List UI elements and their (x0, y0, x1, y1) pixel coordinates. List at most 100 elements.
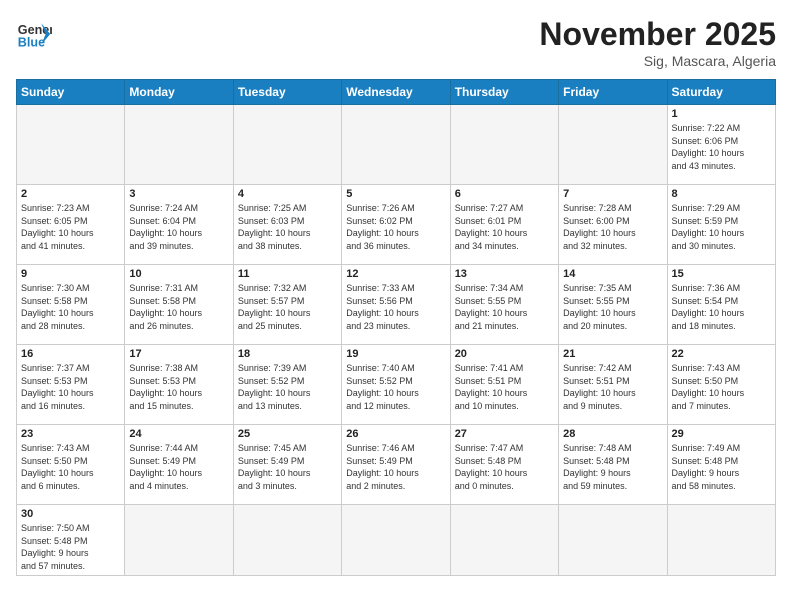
day-info: Sunrise: 7:29 AM Sunset: 5:59 PM Dayligh… (672, 202, 771, 252)
calendar-cell: 3 Sunrise: 7:24 AM Sunset: 6:04 PM Daylig… (125, 185, 233, 265)
calendar-cell (17, 105, 125, 185)
day-number: 14 (563, 268, 662, 280)
day-info: Sunrise: 7:30 AM Sunset: 5:58 PM Dayligh… (21, 282, 120, 332)
calendar-cell (342, 105, 450, 185)
calendar-cell: 26 Sunrise: 7:46 AM Sunset: 5:49 PM Dayli… (342, 425, 450, 505)
day-number: 3 (129, 188, 228, 200)
day-info: Sunrise: 7:31 AM Sunset: 5:58 PM Dayligh… (129, 282, 228, 332)
day-number: 15 (672, 268, 771, 280)
calendar-week-2: 2 Sunrise: 7:23 AM Sunset: 6:05 PM Daylig… (17, 185, 776, 265)
calendar-cell: 30Sunrise: 7:50 AM Sunset: 5:48 PM Dayli… (17, 505, 125, 576)
day-number: 25 (238, 428, 337, 440)
day-info: Sunrise: 7:43 AM Sunset: 5:50 PM Dayligh… (21, 442, 120, 492)
day-info: Sunrise: 7:22 AM Sunset: 6:06 PM Dayligh… (672, 122, 771, 172)
calendar-cell: 13Sunrise: 7:34 AM Sunset: 5:55 PM Dayli… (450, 265, 558, 345)
day-number: 7 (563, 188, 662, 200)
calendar-cell (342, 505, 450, 576)
weekday-header-wednesday: Wednesday (342, 80, 450, 105)
calendar-cell: 25 Sunrise: 7:45 AM Sunset: 5:49 PM Dayli… (233, 425, 341, 505)
calendar-cell (450, 505, 558, 576)
day-number: 10 (129, 268, 228, 280)
day-info: Sunrise: 7:34 AM Sunset: 5:55 PM Dayligh… (455, 282, 554, 332)
svg-text:Blue: Blue (18, 36, 45, 50)
calendar-cell: 22 Sunrise: 7:43 AM Sunset: 5:50 PM Dayli… (667, 345, 775, 425)
calendar-cell: 27Sunrise: 7:47 AM Sunset: 5:48 PM Dayli… (450, 425, 558, 505)
calendar-cell: 5 Sunrise: 7:26 AM Sunset: 6:02 PM Daylig… (342, 185, 450, 265)
calendar-week-4: 16 Sunrise: 7:37 AM Sunset: 5:53 PM Dayli… (17, 345, 776, 425)
day-info: Sunrise: 7:26 AM Sunset: 6:02 PM Dayligh… (346, 202, 445, 252)
day-number: 16 (21, 348, 120, 360)
calendar-cell: 10 Sunrise: 7:31 AM Sunset: 5:58 PM Dayli… (125, 265, 233, 345)
day-info: Sunrise: 7:41 AM Sunset: 5:51 PM Dayligh… (455, 362, 554, 412)
calendar-cell: 24 Sunrise: 7:44 AM Sunset: 5:49 PM Dayli… (125, 425, 233, 505)
weekday-header-saturday: Saturday (667, 80, 775, 105)
calendar-cell: 21Sunrise: 7:42 AM Sunset: 5:51 PM Dayli… (559, 345, 667, 425)
day-number: 11 (238, 268, 337, 280)
day-info: Sunrise: 7:43 AM Sunset: 5:50 PM Dayligh… (672, 362, 771, 412)
day-number: 2 (21, 188, 120, 200)
day-info: Sunrise: 7:40 AM Sunset: 5:52 PM Dayligh… (346, 362, 445, 412)
day-info: Sunrise: 7:44 AM Sunset: 5:49 PM Dayligh… (129, 442, 228, 492)
day-info: Sunrise: 7:33 AM Sunset: 5:56 PM Dayligh… (346, 282, 445, 332)
calendar-cell: 20 Sunrise: 7:41 AM Sunset: 5:51 PM Dayli… (450, 345, 558, 425)
day-number: 30 (21, 508, 120, 520)
calendar-cell: 7 Sunrise: 7:28 AM Sunset: 6:00 PM Daylig… (559, 185, 667, 265)
calendar-cell (233, 505, 341, 576)
day-info: Sunrise: 7:48 AM Sunset: 5:48 PM Dayligh… (563, 442, 662, 492)
day-number: 5 (346, 188, 445, 200)
weekday-header-sunday: Sunday (17, 80, 125, 105)
day-info: Sunrise: 7:46 AM Sunset: 5:49 PM Dayligh… (346, 442, 445, 492)
weekday-header-friday: Friday (559, 80, 667, 105)
calendar-cell (233, 105, 341, 185)
calendar-cell: 23 Sunrise: 7:43 AM Sunset: 5:50 PM Dayli… (17, 425, 125, 505)
day-number: 17 (129, 348, 228, 360)
day-info: Sunrise: 7:24 AM Sunset: 6:04 PM Dayligh… (129, 202, 228, 252)
calendar-cell: 4 Sunrise: 7:25 AM Sunset: 6:03 PM Daylig… (233, 185, 341, 265)
day-info: Sunrise: 7:35 AM Sunset: 5:55 PM Dayligh… (563, 282, 662, 332)
calendar-week-5: 23 Sunrise: 7:43 AM Sunset: 5:50 PM Dayli… (17, 425, 776, 505)
day-number: 23 (21, 428, 120, 440)
calendar-cell: 8Sunrise: 7:29 AM Sunset: 5:59 PM Daylig… (667, 185, 775, 265)
day-number: 12 (346, 268, 445, 280)
calendar-cell: 29Sunrise: 7:49 AM Sunset: 5:48 PM Dayli… (667, 425, 775, 505)
day-number: 29 (672, 428, 771, 440)
weekday-header-tuesday: Tuesday (233, 80, 341, 105)
calendar-cell (559, 105, 667, 185)
day-number: 19 (346, 348, 445, 360)
page-header: General Blue November 2025 Sig, Mascara,… (16, 16, 776, 69)
calendar-cell (125, 105, 233, 185)
day-number: 18 (238, 348, 337, 360)
day-number: 21 (563, 348, 662, 360)
day-number: 9 (21, 268, 120, 280)
calendar-cell: 14 Sunrise: 7:35 AM Sunset: 5:55 PM Dayli… (559, 265, 667, 345)
calendar-cell (559, 505, 667, 576)
calendar-cell: 9 Sunrise: 7:30 AM Sunset: 5:58 PM Daylig… (17, 265, 125, 345)
calendar-week-1: 1Sunrise: 7:22 AM Sunset: 6:06 PM Daylig… (17, 105, 776, 185)
day-number: 24 (129, 428, 228, 440)
weekday-header-row: SundayMondayTuesdayWednesdayThursdayFrid… (17, 80, 776, 105)
calendar-cell: 16 Sunrise: 7:37 AM Sunset: 5:53 PM Dayli… (17, 345, 125, 425)
calendar-cell (667, 505, 775, 576)
day-info: Sunrise: 7:32 AM Sunset: 5:57 PM Dayligh… (238, 282, 337, 332)
day-info: Sunrise: 7:23 AM Sunset: 6:05 PM Dayligh… (21, 202, 120, 252)
day-number: 22 (672, 348, 771, 360)
day-info: Sunrise: 7:28 AM Sunset: 6:00 PM Dayligh… (563, 202, 662, 252)
day-number: 26 (346, 428, 445, 440)
day-number: 20 (455, 348, 554, 360)
calendar-table: SundayMondayTuesdayWednesdayThursdayFrid… (16, 79, 776, 576)
calendar-cell: 1Sunrise: 7:22 AM Sunset: 6:06 PM Daylig… (667, 105, 775, 185)
day-info: Sunrise: 7:47 AM Sunset: 5:48 PM Dayligh… (455, 442, 554, 492)
calendar-cell (450, 105, 558, 185)
calendar-cell: 17 Sunrise: 7:38 AM Sunset: 5:53 PM Dayli… (125, 345, 233, 425)
month-title: November 2025 (539, 16, 776, 53)
day-info: Sunrise: 7:45 AM Sunset: 5:49 PM Dayligh… (238, 442, 337, 492)
calendar-cell: 18Sunrise: 7:39 AM Sunset: 5:52 PM Dayli… (233, 345, 341, 425)
logo: General Blue (16, 16, 52, 52)
day-info: Sunrise: 7:37 AM Sunset: 5:53 PM Dayligh… (21, 362, 120, 412)
day-number: 4 (238, 188, 337, 200)
day-info: Sunrise: 7:38 AM Sunset: 5:53 PM Dayligh… (129, 362, 228, 412)
calendar-cell: 6Sunrise: 7:27 AM Sunset: 6:01 PM Daylig… (450, 185, 558, 265)
logo-icon: General Blue (16, 16, 52, 52)
calendar-cell: 19 Sunrise: 7:40 AM Sunset: 5:52 PM Dayli… (342, 345, 450, 425)
day-info: Sunrise: 7:25 AM Sunset: 6:03 PM Dayligh… (238, 202, 337, 252)
